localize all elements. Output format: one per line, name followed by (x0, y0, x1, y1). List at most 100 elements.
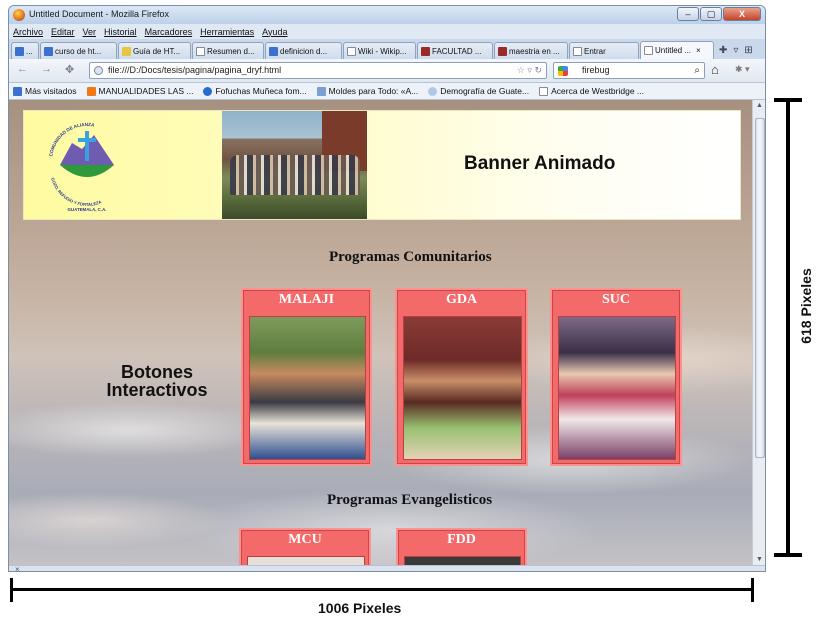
tab-1[interactable]: curso de ht... (40, 42, 117, 59)
card-label: FDD (447, 532, 476, 547)
bookmark-icon (316, 86, 326, 96)
side-label-line-2: Interactivos (106, 380, 208, 400)
bookmark-mas-visitados[interactable]: Más visitados (13, 86, 77, 96)
tab-4[interactable]: definicion d... (265, 42, 342, 59)
tab-close-icon[interactable]: × (696, 43, 701, 58)
tab-favicon (44, 46, 53, 56)
interactive-buttons-label: Botones Interactivos (97, 363, 217, 399)
tab-8[interactable]: Entrar (569, 42, 639, 59)
menu-marcadores[interactable]: Marcadores (145, 27, 193, 37)
search-bar[interactable]: firebug ⌕ (553, 62, 705, 79)
bookmark-icon (13, 86, 22, 96)
bookmark-label: Más visitados (25, 86, 77, 96)
bookmark-fofuchas[interactable]: Fofuchas Muñeca fom... (203, 86, 307, 96)
window-title: Untitled Document - Mozilla Firefox (29, 9, 170, 19)
browser-window: Untitled Document - Mozilla Firefox – ▢ … (8, 5, 766, 572)
tab-favicon (15, 46, 24, 56)
tab-label: FACULTAD ... (432, 46, 482, 56)
maximize-button[interactable]: ▢ (700, 7, 722, 21)
menu-ayuda[interactable]: Ayuda (262, 27, 287, 37)
mcu-photo (247, 556, 365, 565)
height-measure-cap-top (774, 98, 802, 102)
church-logo-icon: COMUNIDAD DE ALIANZA GOZO, REFUGIO Y FOR… (48, 122, 114, 212)
scrollbar-thumb[interactable] (755, 118, 765, 458)
tab-label: Guía de HT... (133, 46, 181, 56)
malaji-photo (249, 316, 366, 460)
screenshot-stage: Untitled Document - Mozilla Firefox – ▢ … (0, 0, 817, 622)
status-close-icon[interactable]: × (15, 565, 20, 572)
minimize-button[interactable]: – (677, 7, 699, 21)
identity-icon[interactable]: ✥ (65, 63, 74, 76)
width-measure-cap-left (10, 578, 13, 602)
card-label: SUC (601, 292, 630, 307)
url-text: file:///D:/Docs/tesis/pagina/pagina_dryf… (108, 65, 282, 75)
menu-ver[interactable]: Ver (83, 27, 97, 37)
back-arrow-icon[interactable]: ← (17, 63, 28, 75)
tab-7[interactable]: maestria en ... (494, 42, 568, 59)
bookmark-icon (203, 86, 213, 96)
height-measure-cap-bottom (774, 553, 802, 557)
vertical-scrollbar[interactable]: ▲ ▼ (752, 100, 765, 565)
tab-favicon (421, 46, 430, 56)
logo-place-text: GUATEMALA, C.A. (68, 207, 107, 212)
tab-6[interactable]: FACULTAD ... (417, 42, 493, 59)
home-icon[interactable]: ⌂ (711, 62, 719, 77)
bookmark-westbridge[interactable]: Acerca de Westbridge ... (539, 86, 644, 96)
tab-label: Entrar (584, 46, 606, 56)
program-card-gda[interactable]: GDA (395, 288, 528, 466)
firefox-icon (13, 9, 25, 21)
tab-label: ... (26, 46, 33, 56)
height-measure-label: 618 Pixeles (798, 268, 814, 344)
section-title-community: Programas Comunitarios (329, 249, 492, 265)
scroll-up-icon[interactable]: ▲ (756, 102, 763, 109)
tab-5[interactable]: Wiki - Wikip... (343, 42, 416, 59)
program-card-malaji[interactable]: MALAJI (241, 288, 372, 466)
window-controls: – ▢ X (677, 7, 761, 21)
gda-photo (403, 316, 522, 460)
banner: COMUNIDAD DE ALIANZA GOZO, REFUGIO Y FOR… (23, 110, 741, 220)
tab-3[interactable]: Resumen d... (192, 42, 264, 59)
tab-active[interactable]: Untitled ... × (640, 41, 714, 59)
tab-label: Untitled ... (655, 46, 692, 55)
program-card-suc[interactable]: SUC (550, 288, 682, 466)
card-label: MALAJI (278, 292, 335, 307)
bookmark-label: Fofuchas Muñeca fom... (215, 86, 307, 96)
google-icon (558, 66, 568, 76)
suc-photo (558, 316, 676, 460)
tab-groups-icon[interactable]: ⊞ (744, 45, 752, 56)
menu-archivo[interactable]: Archivo (13, 27, 43, 37)
menu-bar: Archivo Editar Ver Historial Marcadores … (9, 24, 765, 39)
bookmarks-bar: Más visitados MANUALIDADES LAS ... Fofuc… (9, 83, 765, 100)
menu-herramientas[interactable]: Herramientas (200, 27, 254, 37)
scroll-down-icon[interactable]: ▼ (756, 556, 763, 563)
bookmark-manualidades[interactable]: MANUALIDADES LAS ... (86, 86, 194, 96)
program-card-mcu[interactable]: MCU (239, 528, 371, 565)
url-bar[interactable]: file:///D:/Docs/tesis/pagina/pagina_dryf… (89, 62, 547, 79)
logo-bottom-text: GOZO, REFUGIO Y FORTALEZA (50, 177, 102, 207)
tab-list-icon[interactable]: ▿ (733, 45, 738, 56)
tab-label: curso de ht... (55, 46, 102, 56)
forward-arrow-icon[interactable]: → (41, 63, 52, 75)
new-tab-icon[interactable]: ✚ (719, 45, 727, 56)
tab-label: definicion d... (280, 46, 328, 56)
search-icon[interactable]: ⌕ (694, 63, 700, 78)
status-bar: × (9, 565, 765, 572)
menu-editar[interactable]: Editar (51, 27, 75, 37)
tab-favicon (269, 46, 278, 56)
menu-historial[interactable]: Historial (104, 27, 137, 37)
bookmark-icon (428, 86, 438, 96)
close-button[interactable]: X (723, 7, 761, 21)
photo-crowd (230, 155, 360, 195)
bookmark-demografia[interactable]: Demografía de Guate... (428, 86, 529, 96)
program-card-fdd[interactable]: FDD (396, 528, 527, 565)
bookmark-label: MANUALIDADES LAS ... (98, 86, 194, 96)
addon-icon[interactable]: ✱ ▾ (735, 64, 750, 75)
card-label: GDA (445, 292, 478, 307)
bookmark-moldes[interactable]: Moldes para Todo: «A... (316, 86, 418, 96)
width-measure-line (10, 588, 754, 591)
globe-icon (94, 66, 103, 75)
bookmark-star-icon[interactable]: ☆ ▿ ↻ (517, 63, 542, 78)
tab-0[interactable]: ... (11, 42, 39, 59)
tab-2[interactable]: Guía de HT... (118, 42, 191, 59)
tab-favicon (644, 46, 653, 55)
